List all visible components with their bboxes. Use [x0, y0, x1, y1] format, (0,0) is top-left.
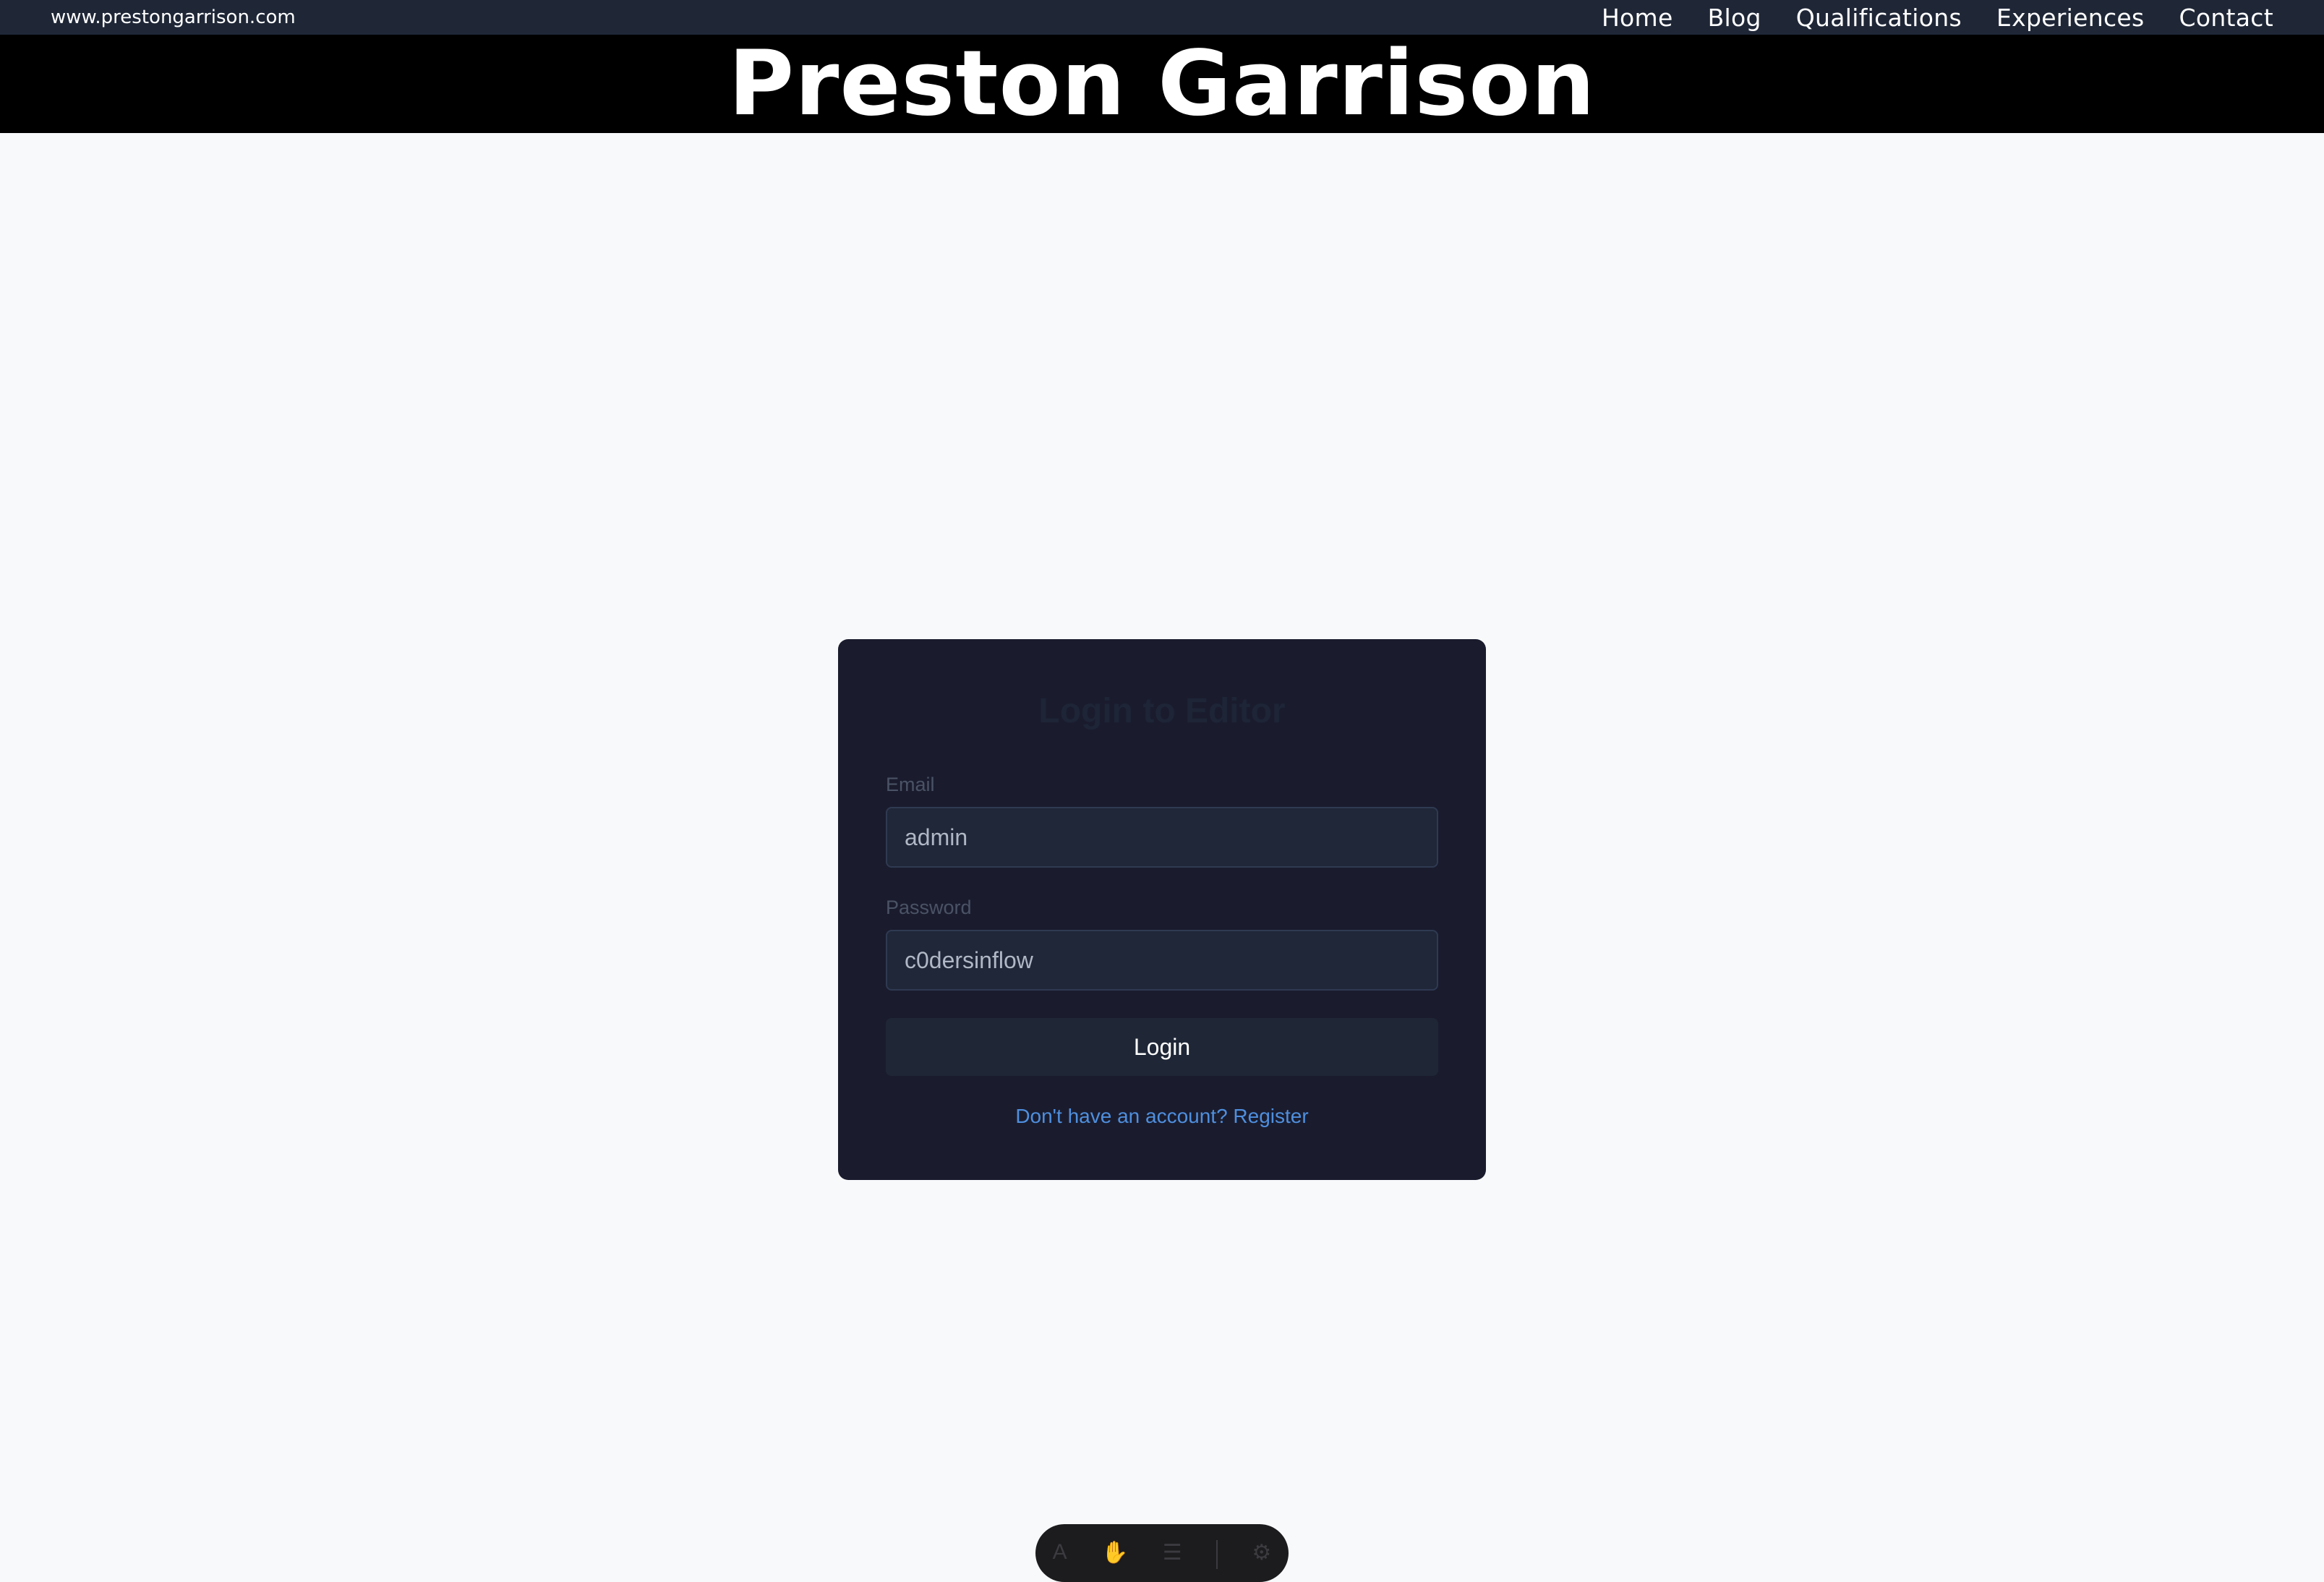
login-card: Login to Editor Email Password Login Don…	[838, 639, 1486, 1180]
nav-blog[interactable]: Blog	[1708, 4, 1761, 32]
register-link[interactable]: Don't have an account? Register	[886, 1105, 1438, 1128]
password-field[interactable]	[886, 930, 1438, 991]
nav-experiences[interactable]: Experiences	[1996, 4, 2145, 32]
password-label: Password	[886, 897, 972, 918]
bottom-dock: A ✋ ☰ ⚙	[1035, 1524, 1289, 1582]
text-icon[interactable]: A	[1053, 1540, 1067, 1565]
dock-divider	[1216, 1540, 1218, 1569]
login-title: Login to Editor	[1038, 692, 1286, 730]
email-field[interactable]	[886, 807, 1438, 868]
top-bar: www.prestongarrison.com Home Blog Qualif…	[0, 0, 2324, 35]
site-title: Preston Garrison	[728, 32, 1596, 136]
main-nav: Home Blog Qualifications Experiences Con…	[1602, 4, 2273, 32]
site-url[interactable]: www.prestongarrison.com	[51, 7, 296, 28]
nav-contact[interactable]: Contact	[2179, 4, 2274, 32]
hand-icon[interactable]: ✋	[1101, 1540, 1128, 1565]
header-banner: Preston Garrison	[0, 35, 2324, 133]
menu-icon[interactable]: ☰	[1163, 1540, 1182, 1565]
nav-qualifications[interactable]: Qualifications	[1796, 4, 1962, 32]
nav-home[interactable]: Home	[1602, 4, 1673, 32]
settings-icon[interactable]: ⚙	[1252, 1540, 1271, 1565]
email-label: Email	[886, 774, 935, 795]
login-button[interactable]: Login	[886, 1018, 1438, 1076]
